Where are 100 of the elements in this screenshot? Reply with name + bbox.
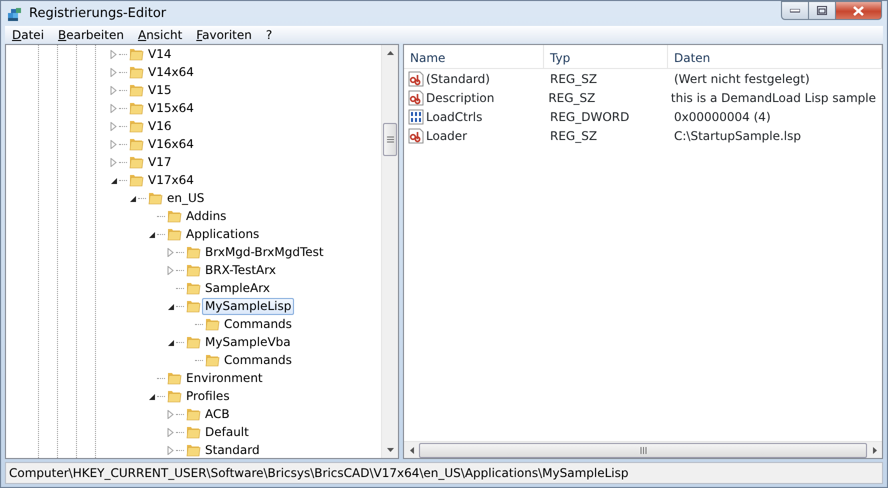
collapse-icon[interactable]: [109, 176, 118, 184]
menu-item[interactable]: Bearbeiten: [51, 28, 131, 42]
tree-item[interactable]: V16: [145, 118, 174, 134]
grip-icon: [386, 136, 394, 143]
close-button[interactable]: [836, 1, 882, 20]
folder-icon: [185, 262, 201, 278]
tree-item[interactable]: V14: [145, 46, 174, 62]
tree-item[interactable]: V15: [145, 82, 174, 98]
tree-item[interactable]: V16x64: [145, 136, 197, 152]
scroll-left-icon[interactable]: [410, 446, 414, 454]
binary-value-icon: [408, 108, 424, 124]
tree-item[interactable]: V15x64: [145, 100, 197, 116]
tree-item[interactable]: en_US: [164, 190, 208, 206]
expand-icon[interactable]: [109, 104, 118, 112]
tree-item[interactable]: SampleArx: [202, 280, 273, 296]
folder-icon: [185, 334, 201, 350]
folder-icon: [166, 388, 182, 404]
value-data: C:\StartupSample.lsp: [673, 128, 802, 144]
folder-icon: [128, 64, 144, 80]
menu-item[interactable]: ?: [258, 28, 280, 42]
value-data: (Wert nicht festgelegt): [673, 70, 811, 88]
horizontal-scrollbar[interactable]: [404, 441, 882, 458]
folder-icon: [128, 46, 144, 62]
tree-item[interactable]: Standard: [202, 442, 263, 458]
folder-icon: [204, 316, 220, 332]
expand-icon[interactable]: [109, 86, 118, 94]
menu-item[interactable]: Ansicht: [130, 28, 190, 42]
window-title: Registrierungs-Editor: [29, 4, 166, 23]
tree-item[interactable]: Addins: [183, 208, 230, 224]
expand-icon[interactable]: [166, 446, 175, 454]
folder-icon: [185, 424, 201, 440]
scroll-right-icon[interactable]: [872, 446, 876, 454]
close-icon: [853, 6, 864, 16]
value-name[interactable]: LoadCtrls: [426, 108, 482, 126]
folder-icon: [128, 118, 144, 134]
folder-icon: [128, 172, 144, 188]
tree-item[interactable]: MySampleVba: [202, 334, 294, 350]
folder-icon: [185, 244, 201, 260]
column-header[interactable]: Typ: [544, 45, 668, 68]
expand-icon[interactable]: [166, 266, 175, 274]
folder-icon: [128, 100, 144, 116]
grip-icon: [640, 446, 646, 454]
tree-item[interactable]: BrxMgd-BrxMgdTest: [202, 244, 327, 260]
status-bar: Computer\HKEY_CURRENT_USER\Software\Bricsys\BricsCAD\V17x64\en_US\Applications\MySampleLisp: [5, 462, 883, 484]
value-type: REG_SZ: [549, 70, 598, 88]
scroll-down-icon[interactable]: [386, 448, 394, 452]
value-type: REG_SZ: [547, 90, 596, 106]
menu-item[interactable]: Datei: [5, 28, 52, 42]
value-data: this is a DemandLoad Lisp sample: [670, 90, 877, 106]
value-name[interactable]: (Standard): [426, 70, 490, 88]
string-value-icon: [408, 128, 424, 144]
collapse-icon[interactable]: [166, 338, 175, 346]
string-value-icon: [408, 70, 424, 86]
folder-icon: [147, 190, 163, 206]
tree-item[interactable]: ACB: [202, 406, 233, 422]
registry-app-icon: [7, 6, 23, 22]
tree-item[interactable]: V17x64: [145, 172, 197, 188]
value-name[interactable]: Description: [426, 88, 494, 106]
value-data: 0x00000004 (4): [673, 108, 772, 126]
value-name[interactable]: Loader: [426, 126, 468, 144]
expand-icon[interactable]: [166, 428, 175, 436]
scroll-up-icon[interactable]: [386, 51, 394, 55]
minimize-button[interactable]: [781, 1, 809, 20]
expand-icon[interactable]: [109, 140, 118, 148]
folder-icon: [185, 442, 201, 458]
collapse-icon[interactable]: [147, 392, 156, 400]
value-type: REG_DWORD: [549, 108, 630, 126]
tree-item[interactable]: BRX-TestArx: [202, 262, 279, 278]
collapse-icon[interactable]: [147, 230, 156, 238]
tree-item[interactable]: Profiles: [183, 388, 233, 404]
expand-icon[interactable]: [109, 50, 118, 58]
vertical-scrollbar[interactable]: [381, 45, 398, 458]
tree-item[interactable]: MySampleLisp: [202, 298, 294, 314]
tree-item[interactable]: Default: [202, 424, 252, 440]
tree-item[interactable]: V14x64: [145, 64, 197, 80]
tree-item[interactable]: V17: [145, 154, 174, 170]
tree-item[interactable]: Commands: [221, 352, 295, 368]
folder-icon: [166, 226, 182, 242]
tree-item[interactable]: Environment: [183, 370, 266, 386]
column-header[interactable]: Name: [404, 45, 544, 68]
maximize-button[interactable]: [809, 1, 836, 20]
folder-icon: [128, 136, 144, 152]
folder-icon: [185, 298, 201, 314]
value-type: REG_SZ: [549, 128, 598, 144]
expand-icon[interactable]: [109, 68, 118, 76]
collapse-icon[interactable]: [128, 194, 137, 202]
collapse-icon[interactable]: [166, 302, 175, 310]
folder-icon: [185, 406, 201, 422]
folder-icon: [166, 208, 182, 224]
tree-item[interactable]: Applications: [183, 226, 262, 242]
tree-item[interactable]: Commands: [221, 316, 295, 332]
menu-item[interactable]: Favoriten: [189, 28, 259, 42]
folder-icon: [185, 280, 201, 296]
folder-icon: [128, 82, 144, 98]
expand-icon[interactable]: [166, 410, 175, 418]
expand-icon[interactable]: [166, 248, 175, 256]
folder-icon: [128, 154, 144, 170]
expand-icon[interactable]: [109, 158, 118, 166]
expand-icon[interactable]: [109, 122, 118, 130]
column-header[interactable]: Daten: [668, 45, 882, 68]
